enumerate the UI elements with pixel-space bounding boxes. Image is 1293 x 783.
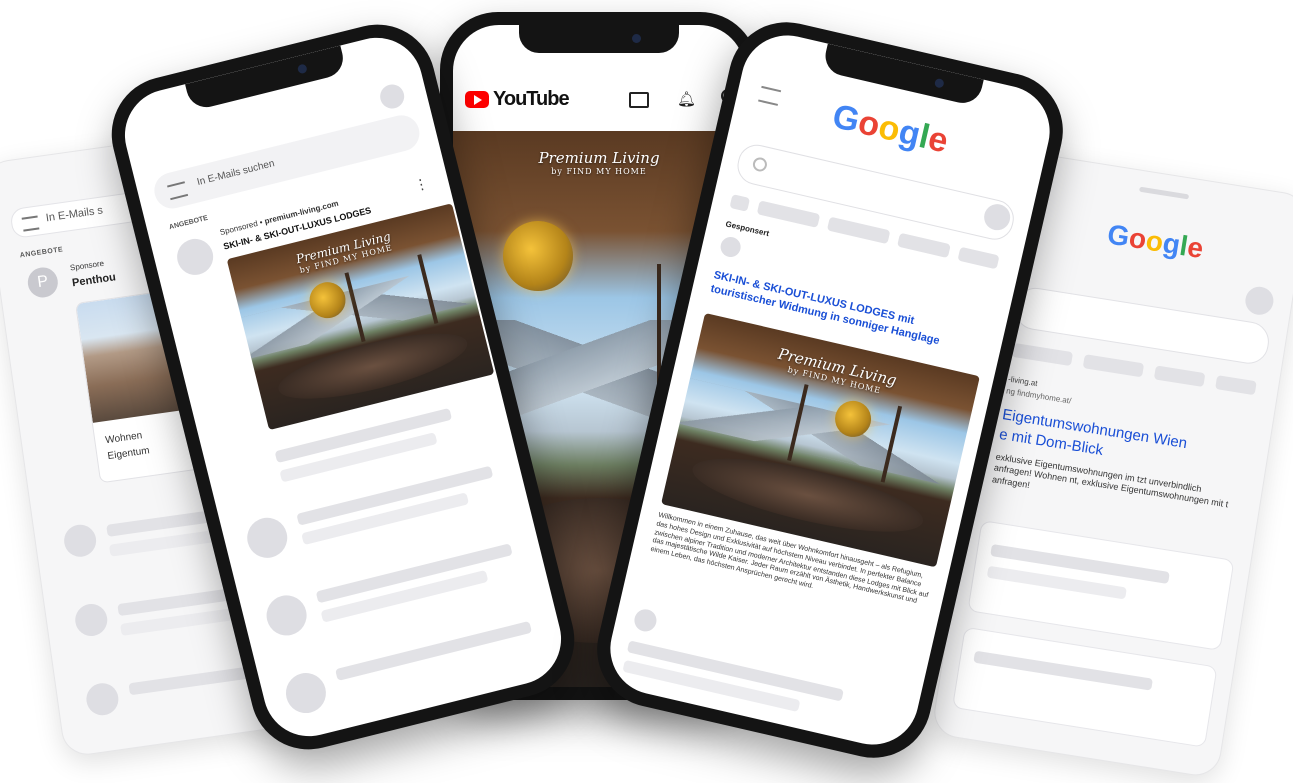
brand-logo: Premium Living by FIND MY HOME <box>453 149 745 176</box>
filter-chip[interactable] <box>756 200 821 228</box>
cast-icon[interactable] <box>629 92 649 108</box>
placeholder-avatar <box>632 607 659 634</box>
phone-notch <box>185 45 348 112</box>
filter-chip[interactable] <box>1011 342 1074 367</box>
youtube-wordmark: YouTube <box>493 88 570 110</box>
gmail-search-bar[interactable]: In E-Mails suchen <box>150 111 424 213</box>
placeholder-avatar <box>262 591 311 640</box>
brand-sub: by FIND MY HOME <box>551 167 647 176</box>
advertiser-favicon <box>718 234 743 259</box>
phone-notch <box>519 25 679 53</box>
filter-chip[interactable] <box>1153 365 1206 388</box>
placeholder-line <box>335 620 533 681</box>
email-subject[interactable]: Penthou <box>71 271 116 289</box>
section-label: ANGEBOTE <box>19 246 64 260</box>
section-label: ANGEBOTE <box>168 214 209 232</box>
google-logo-letter: e <box>1185 231 1206 265</box>
ad-snippet-1: Wohnen <box>104 430 143 447</box>
youtube-logo-icon[interactable] <box>465 91 489 108</box>
speaker-slot <box>1139 186 1190 200</box>
youtube-header: YouTube 🔔︎ <box>453 81 745 125</box>
placeholder-avatar <box>73 601 110 639</box>
ad-body: exklusive Eigentumswohnungen im tzt unve… <box>991 451 1229 510</box>
menu-icon[interactable] <box>21 215 40 232</box>
more-options-icon[interactable]: ⋮ <box>412 175 430 195</box>
phone-notch <box>821 43 984 107</box>
filter-chip[interactable] <box>1082 354 1145 378</box>
pendant-lamp <box>503 221 573 291</box>
filter-chip[interactable] <box>897 232 951 259</box>
result-card <box>951 626 1218 748</box>
filter-chip[interactable] <box>826 216 891 245</box>
ad-url: ng findmyhome.at/ <box>1005 386 1072 406</box>
search-icon[interactable] <box>751 156 769 173</box>
gmail-search-placeholder: In E-Mails s <box>45 204 104 225</box>
sponsored-label: Gesponsert <box>724 219 771 239</box>
brand-script: Premium Living <box>538 149 660 167</box>
gmail-search-placeholder: In E-Mails suchen <box>195 158 276 189</box>
ad-snippet-2: Eigentum <box>106 445 151 463</box>
filter-chip[interactable] <box>957 246 1000 270</box>
placeholder-avatar <box>62 522 99 559</box>
sender-avatar: P <box>25 265 60 300</box>
account-avatar[interactable] <box>1243 284 1276 317</box>
ad-domain: -living.at <box>1007 374 1039 389</box>
bell-icon[interactable]: 🔔︎ <box>677 90 696 108</box>
google-logo: Google <box>1011 203 1293 280</box>
sender-avatar <box>173 235 217 279</box>
account-avatar[interactable] <box>377 81 407 112</box>
menu-icon[interactable] <box>167 181 189 201</box>
filter-chip[interactable] <box>1215 375 1257 396</box>
placeholder-avatar <box>242 513 292 563</box>
placeholder-avatar <box>281 668 331 718</box>
filter-chip[interactable] <box>729 194 751 212</box>
placeholder-avatar <box>84 681 121 718</box>
sponsored-line: Sponsore <box>69 258 105 273</box>
